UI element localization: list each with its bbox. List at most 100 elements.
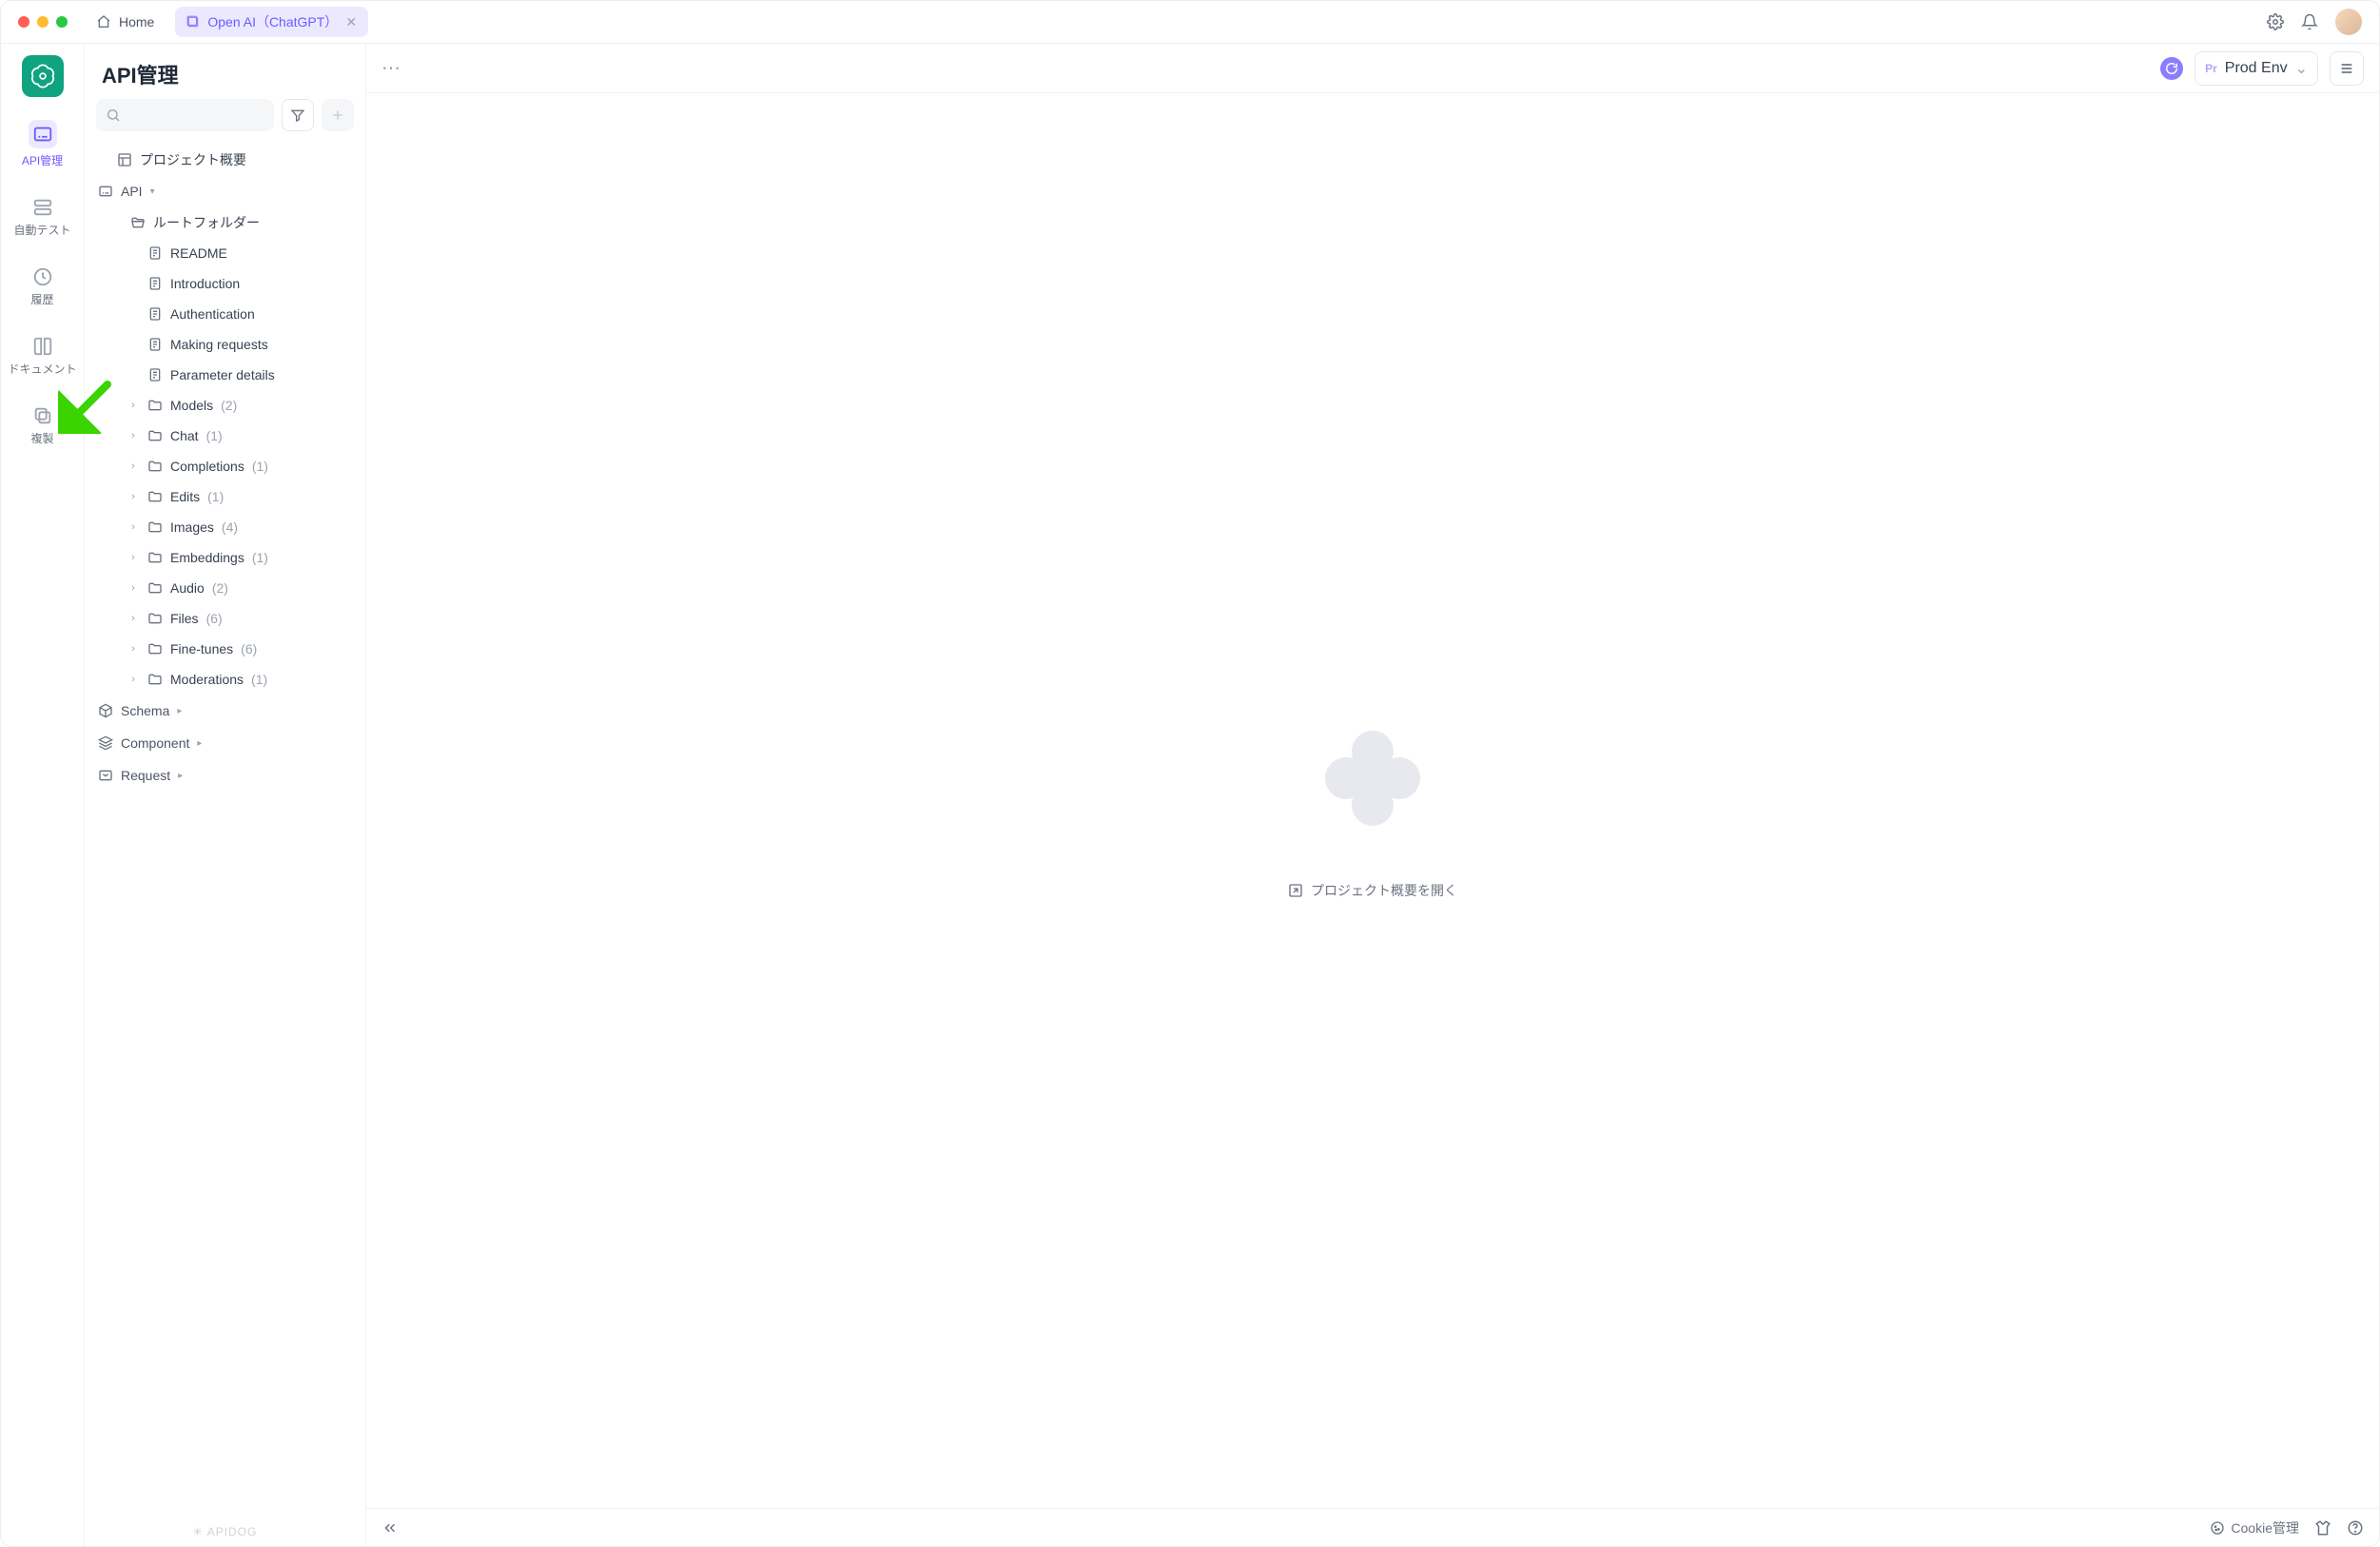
- layout-icon: [117, 152, 132, 167]
- folder-row[interactable]: ›Edits (1): [90, 481, 360, 512]
- user-avatar[interactable]: [2335, 9, 2362, 35]
- rail-item-label: 複製: [30, 430, 53, 446]
- folder-icon: [147, 672, 163, 687]
- left-rail: API管理 自動テスト 履歴 ドキュメント: [1, 44, 85, 1546]
- chevron-right-icon: ›: [127, 643, 140, 655]
- brand-label: APIDOG: [207, 1525, 258, 1538]
- doc-row[interactable]: Introduction: [90, 268, 360, 299]
- folder-row[interactable]: ›Fine-tunes (6): [90, 634, 360, 664]
- project-logo[interactable]: [22, 55, 64, 97]
- help-icon[interactable]: [2347, 1519, 2364, 1537]
- request-section[interactable]: Request ▸: [90, 759, 360, 792]
- brand-footer: ✳ APIDOG: [85, 1518, 365, 1546]
- folder-icon: [147, 580, 163, 596]
- chevron-right-icon: ›: [127, 674, 140, 685]
- request-label: Request: [121, 768, 170, 783]
- title-bar: Home Open AI（ChatGPT） ✕: [1, 1, 2379, 43]
- maximize-window-button[interactable]: [56, 16, 68, 28]
- main-toolbar: ⋯ Pr Prod Env ⌄: [366, 44, 2379, 93]
- folder-row[interactable]: › Moderations (1): [90, 664, 360, 695]
- folder-icon: [147, 428, 163, 443]
- layers-icon: [98, 735, 113, 751]
- doc-row[interactable]: Authentication: [90, 299, 360, 329]
- doc-label: Parameter details: [170, 367, 275, 382]
- rail-item-api[interactable]: API管理: [1, 114, 84, 174]
- add-button[interactable]: [322, 99, 354, 131]
- minimize-window-button[interactable]: [37, 16, 49, 28]
- sidebar: API管理: [85, 44, 366, 1546]
- project-tab-icon: [186, 15, 200, 29]
- folder-row[interactable]: ›Chat (1): [90, 421, 360, 451]
- home-tab[interactable]: Home: [85, 9, 166, 35]
- folder-count: (1): [252, 550, 268, 565]
- rail-item-history[interactable]: 履歴: [1, 261, 84, 313]
- api-tree: プロジェクト概要 API ▾ ルートフォルダー READMEInt: [85, 141, 365, 1518]
- schema-section[interactable]: Schema ▸: [90, 695, 360, 727]
- menu-icon: [2339, 61, 2354, 76]
- markdown-icon: [147, 367, 163, 382]
- component-label: Component: [121, 735, 189, 751]
- main-area: ⋯ Pr Prod Env ⌄: [366, 44, 2379, 1546]
- folder-label: Models: [170, 398, 213, 413]
- folder-label: Chat: [170, 428, 199, 443]
- caret-right-icon: ▸: [178, 771, 183, 781]
- folder-count: (1): [251, 672, 267, 687]
- env-badge-icon[interactable]: [2160, 57, 2183, 80]
- folder-label: Edits: [170, 489, 200, 504]
- fullscreen-icon: [1288, 883, 1303, 898]
- folder-row[interactable]: ›Models (2): [90, 390, 360, 421]
- environment-selector[interactable]: Pr Prod Env ⌄: [2195, 51, 2318, 86]
- filter-icon: [290, 108, 305, 123]
- chevron-right-icon: ›: [127, 521, 140, 533]
- book-icon: [32, 336, 53, 357]
- bell-icon[interactable]: [2301, 13, 2318, 30]
- filter-button[interactable]: [282, 99, 314, 131]
- rail-item-clone[interactable]: 複製: [1, 400, 84, 452]
- menu-button[interactable]: [2330, 51, 2364, 86]
- component-section[interactable]: Component ▸: [90, 727, 360, 759]
- rail-item-docs[interactable]: ドキュメント: [1, 330, 84, 382]
- folder-label: Embeddings: [170, 550, 244, 565]
- close-window-button[interactable]: [18, 16, 29, 28]
- root-folder-label: ルートフォルダー: [153, 213, 260, 232]
- folder-row[interactable]: › Embeddings (1): [90, 542, 360, 573]
- folder-row[interactable]: ›Audio (2): [90, 573, 360, 603]
- doc-row[interactable]: Parameter details: [90, 360, 360, 390]
- api-section-icon: [98, 184, 113, 199]
- status-bar: Cookie管理: [366, 1508, 2379, 1546]
- search-input[interactable]: [96, 99, 274, 131]
- folder-count: (1): [206, 428, 223, 443]
- rail-item-autotest[interactable]: 自動テスト: [1, 191, 84, 244]
- api-icon: [29, 120, 57, 148]
- more-icon[interactable]: ⋯: [381, 56, 402, 80]
- doc-row[interactable]: README: [90, 238, 360, 268]
- project-overview-row[interactable]: プロジェクト概要: [90, 145, 360, 175]
- collapse-sidebar-button[interactable]: [381, 1519, 399, 1537]
- chevron-down-icon: ⌄: [2295, 59, 2308, 78]
- api-section[interactable]: API ▾: [90, 175, 360, 207]
- chevron-right-icon: ›: [127, 552, 140, 563]
- schema-label: Schema: [121, 703, 169, 718]
- doc-row[interactable]: Making requests: [90, 329, 360, 360]
- close-tab-button[interactable]: ✕: [345, 14, 357, 30]
- empty-state-icon: [1297, 702, 1449, 854]
- cookie-management-button[interactable]: Cookie管理: [2210, 1518, 2299, 1537]
- folder-row[interactable]: ›Images (4): [90, 512, 360, 542]
- open-overview-button[interactable]: プロジェクト概要を開く: [1288, 881, 1457, 900]
- send-icon: [98, 768, 113, 783]
- project-tab[interactable]: Open AI（ChatGPT） ✕: [175, 7, 368, 37]
- folder-row[interactable]: ›Files (6): [90, 603, 360, 634]
- folder-label: Fine-tunes: [170, 641, 233, 656]
- folder-label: Images: [170, 519, 214, 535]
- copy-icon: [32, 405, 53, 426]
- folder-row[interactable]: ›Completions (1): [90, 451, 360, 481]
- folder-label: Moderations: [170, 672, 244, 687]
- folder-icon: [147, 489, 163, 504]
- settings-icon[interactable]: [2267, 13, 2284, 30]
- folder-count: (6): [206, 611, 223, 626]
- doc-label: Introduction: [170, 276, 240, 291]
- cookie-icon: [2210, 1520, 2225, 1536]
- plus-icon: [330, 108, 345, 123]
- root-folder-row[interactable]: ルートフォルダー: [90, 207, 360, 238]
- shirt-icon[interactable]: [2314, 1519, 2331, 1537]
